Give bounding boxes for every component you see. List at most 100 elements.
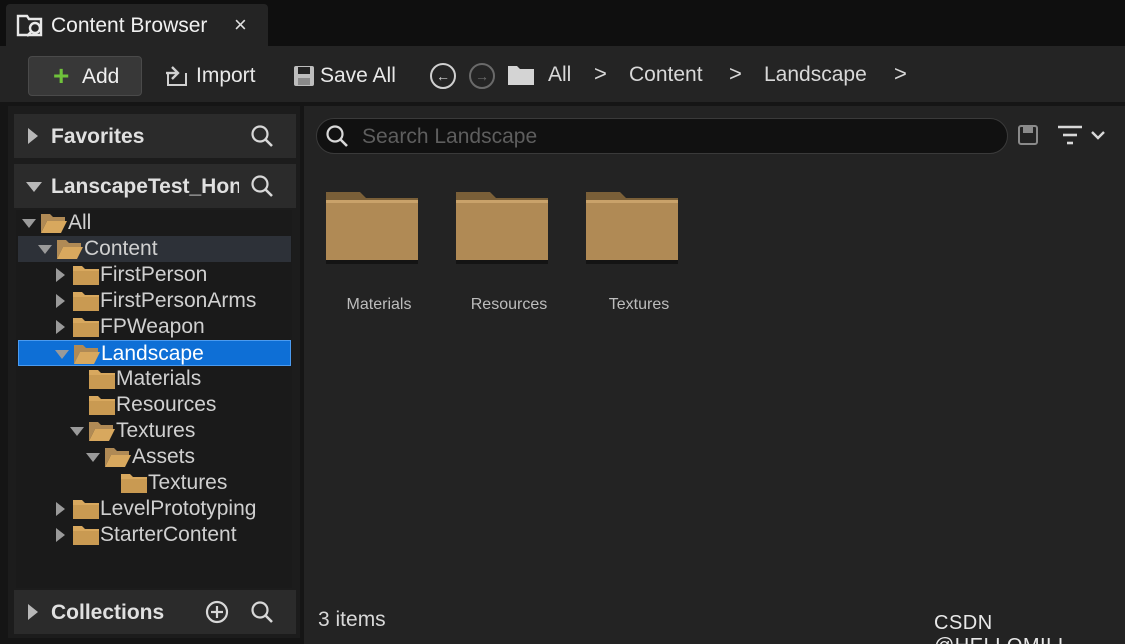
import-icon [166,66,187,86]
breadcrumb-content[interactable]: Content [629,63,703,87]
filter-icon[interactable] [1056,122,1108,148]
save-all-label: Save All [320,64,396,87]
expand-arrow-icon[interactable] [56,294,65,308]
collapse-arrow-icon[interactable] [22,219,36,228]
project-title: LanscapeTest_Hon [51,175,239,198]
watermark: CSDN @HELLOMILI [934,612,1063,644]
folder-icon [89,396,115,415]
tree-item[interactable]: FPWeapon [18,314,291,340]
asset-tile[interactable]: Materials [309,190,419,320]
tree-item[interactable]: FirstPerson [18,262,291,288]
add-button[interactable]: + Add [28,56,142,96]
breadcrumb-all[interactable]: All [548,63,571,87]
breadcrumb-separator-icon[interactable]: > [729,61,742,87]
tree-item-label: FirstPersonArms [100,289,257,312]
folder-icon [73,526,99,545]
tree-item[interactable]: StarterContent [18,522,291,548]
folder-icon [586,192,678,264]
breadcrumb-separator-icon[interactable]: > [594,61,607,87]
folder-open-icon [89,422,115,441]
tree-item[interactable]: Content [18,236,291,262]
back-arrow-icon[interactable]: ← [430,63,456,89]
tree-item-label: Materials [116,367,202,390]
breadcrumb-separator-icon[interactable]: > [894,61,907,87]
expand-arrow-icon[interactable] [56,528,65,542]
search-placeholder: Search Landscape [362,125,538,148]
folder-icon [73,500,99,519]
tree-item[interactable]: Textures [18,470,291,496]
asset-tile[interactable]: Textures [569,190,679,320]
tab-bar: Content Browser × [0,0,1125,46]
folder-icon [121,474,147,493]
tree-item-label: StarterContent [100,523,237,546]
tree-item[interactable]: Materials [18,366,291,392]
folder-open-icon [105,448,131,467]
content-browser-icon [16,14,43,37]
tree-item-label: Assets [132,445,196,468]
search-icon [326,125,348,147]
import-button[interactable]: Import [164,56,256,96]
tree-item[interactable]: Assets [18,444,291,470]
collapse-arrow-icon[interactable] [86,453,100,462]
tab-content-browser[interactable]: Content Browser × [6,4,268,46]
asset-tile[interactable]: Resources [439,190,549,320]
expand-arrow-icon[interactable] [28,604,38,620]
expand-arrow-icon[interactable] [56,320,65,334]
search-field[interactable]: Search Landscape [316,118,1008,154]
collapse-arrow-icon[interactable] [70,427,84,436]
sources-panel: Favorites LanscapeTest_Hon All Content Fir… [8,106,300,638]
asset-name: Textures [608,296,670,313]
folder-icon [73,318,99,337]
item-count: 3 items [318,608,386,631]
search-icon[interactable] [250,174,274,198]
expand-arrow-icon[interactable] [56,502,65,516]
search-icon[interactable] [250,124,274,148]
save-all-button[interactable]: Save All [292,56,396,96]
close-icon[interactable]: × [234,12,247,38]
save-search-icon[interactable] [1017,124,1039,146]
tree-item[interactable]: Textures [18,418,291,444]
folder-icon [89,370,115,389]
tree-item[interactable]: FirstPersonArms [18,288,291,314]
tree-item-label: LevelPrototyping [100,497,257,520]
project-header[interactable]: LanscapeTest_Hon [14,164,296,208]
favorites-header[interactable]: Favorites [14,114,296,158]
favorites-title: Favorites [51,125,145,148]
plus-icon: + [53,60,70,91]
tree-item-label: FPWeapon [100,315,205,338]
expand-arrow-icon[interactable] [28,128,38,144]
tree-item[interactable]: All [18,210,291,236]
search-icon[interactable] [250,600,274,624]
collections-title: Collections [51,601,165,624]
asset-name: Resources [470,296,548,313]
asset-view-panel: Search Landscape Materials Resources Textu… [304,106,1125,644]
folder-icon [73,266,99,285]
tree-item[interactable]: LevelPrototyping [18,496,291,522]
save-icon [294,66,314,86]
forward-arrow-icon[interactable]: → [469,63,495,89]
tree-item-label: All [68,211,92,234]
folder-icon [326,192,418,264]
tree-item-label: Textures [116,419,196,442]
folder-icon [73,292,99,311]
toolbar: + Add Import Save All ← → All > Content … [0,46,1125,104]
folder-icon[interactable] [507,64,535,86]
add-label: Add [82,65,120,88]
collapse-arrow-icon[interactable] [55,350,69,359]
tree-item-label: Resources [116,393,217,416]
add-collection-icon[interactable] [205,600,229,624]
tree-item-label: Content [84,237,158,260]
folder-icon [456,192,548,264]
collapse-arrow-icon[interactable] [38,245,52,254]
tab-title: Content Browser [51,14,208,37]
breadcrumb-landscape[interactable]: Landscape [764,63,867,87]
collections-header[interactable]: Collections [14,590,296,634]
tree-item[interactable]: Landscape [18,340,291,366]
tree-item-label: Landscape [101,342,204,365]
folder-open-icon [74,345,100,364]
tree-item-label: Textures [148,471,228,494]
collapse-arrow-icon[interactable] [26,182,42,192]
expand-arrow-icon[interactable] [56,268,65,282]
folder-open-icon [57,240,83,259]
tree-item[interactable]: Resources [18,392,291,418]
